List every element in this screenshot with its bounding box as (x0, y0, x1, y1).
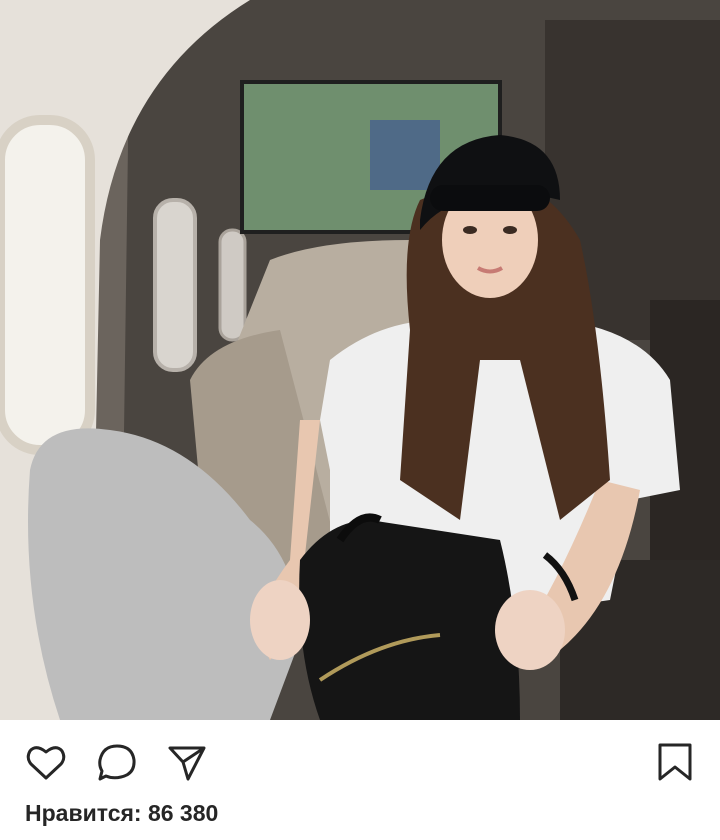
comment-icon[interactable] (95, 740, 139, 784)
post-photo[interactable] (0, 0, 720, 720)
likes-count[interactable]: Нравится: 86 380 (25, 800, 218, 827)
post-actions (0, 720, 720, 800)
share-icon[interactable] (165, 740, 209, 784)
bookmark-icon[interactable] (653, 740, 697, 784)
heart-icon[interactable] (24, 740, 68, 784)
